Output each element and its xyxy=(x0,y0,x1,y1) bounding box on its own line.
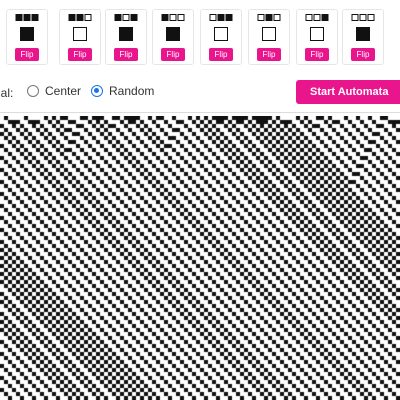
pattern-cell xyxy=(257,14,265,21)
pattern-cell xyxy=(225,14,233,21)
pattern-cell xyxy=(31,14,39,21)
rule-pattern xyxy=(114,14,138,21)
flip-button[interactable]: Flip xyxy=(257,48,281,61)
center-option[interactable]: Center xyxy=(27,84,81,98)
center-radio[interactable] xyxy=(27,85,39,97)
rule-card-010: Flip xyxy=(248,9,290,65)
random-radio[interactable] xyxy=(91,85,103,97)
pattern-cell xyxy=(367,14,375,21)
rule-output-cell xyxy=(166,27,180,41)
divider xyxy=(0,112,400,113)
initial-state-label: ial: xyxy=(0,86,14,100)
rule-card-110: Flip xyxy=(59,9,101,65)
rule-card-100: Flip xyxy=(152,9,194,65)
flip-button[interactable]: Flip xyxy=(161,48,185,61)
pattern-cell xyxy=(84,14,92,21)
rule-output-cell xyxy=(310,27,324,41)
pattern-cell xyxy=(76,14,84,21)
rule-card-000: Flip xyxy=(342,9,384,65)
pattern-cell xyxy=(313,14,321,21)
rule-output-cell xyxy=(20,27,34,41)
pattern-cell xyxy=(273,14,281,21)
pattern-cell xyxy=(305,14,313,21)
rule-pattern xyxy=(68,14,92,21)
flip-button[interactable]: Flip xyxy=(15,48,39,61)
pattern-cell xyxy=(23,14,31,21)
pattern-cell xyxy=(217,14,225,21)
flip-button[interactable]: Flip xyxy=(209,48,233,61)
rule-selector-row: Flip Flip Flip Flip Flip Flip Flip Flip xyxy=(0,0,400,72)
pattern-cell xyxy=(15,14,23,21)
rule-card-101: Flip xyxy=(105,9,147,65)
rule-output-cell xyxy=(73,27,87,41)
rule-card-011: Flip xyxy=(200,9,242,65)
automata-canvas xyxy=(0,116,400,400)
pattern-cell xyxy=(209,14,217,21)
rule-pattern xyxy=(351,14,375,21)
rule-pattern xyxy=(15,14,39,21)
start-automata-button[interactable]: Start Automata xyxy=(296,80,400,104)
pattern-cell xyxy=(161,14,169,21)
flip-button[interactable]: Flip xyxy=(351,48,375,61)
pattern-cell xyxy=(169,14,177,21)
pattern-cell xyxy=(114,14,122,21)
pattern-cell xyxy=(359,14,367,21)
rule-card-001: Flip xyxy=(296,9,338,65)
rule-output-cell xyxy=(262,27,276,41)
rule-output-cell xyxy=(356,27,370,41)
rule-card-111: Flip xyxy=(6,9,48,65)
rule-output-cell xyxy=(214,27,228,41)
pattern-cell xyxy=(122,14,130,21)
pattern-cell xyxy=(351,14,359,21)
flip-button[interactable]: Flip xyxy=(114,48,138,61)
pattern-cell xyxy=(68,14,76,21)
pattern-cell xyxy=(177,14,185,21)
center-label: Center xyxy=(45,84,82,98)
flip-button[interactable]: Flip xyxy=(305,48,329,61)
rule-output-cell xyxy=(119,27,133,41)
rule-pattern xyxy=(257,14,281,21)
rule-pattern xyxy=(161,14,185,21)
pattern-cell xyxy=(321,14,329,21)
random-label: Random xyxy=(109,84,155,98)
pattern-cell xyxy=(265,14,273,21)
rule-pattern xyxy=(209,14,233,21)
controls-bar: ial: Center Random Start Automata xyxy=(0,78,400,108)
pattern-cell xyxy=(130,14,138,21)
random-option[interactable]: Random xyxy=(91,84,154,98)
rule-pattern xyxy=(305,14,329,21)
flip-button[interactable]: Flip xyxy=(68,48,92,61)
